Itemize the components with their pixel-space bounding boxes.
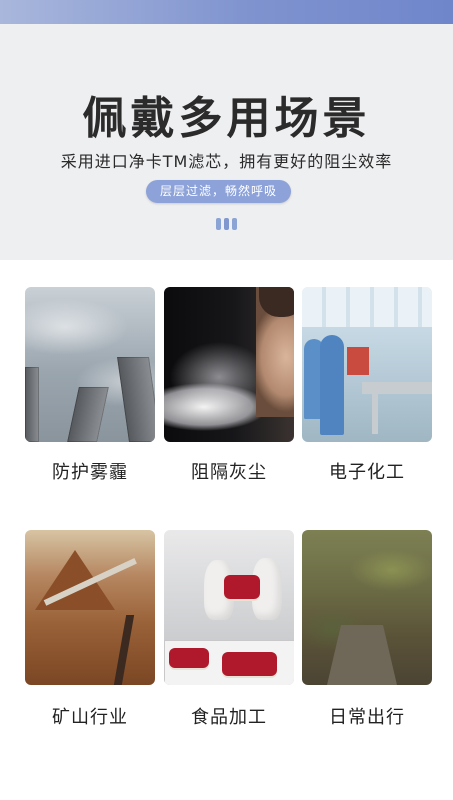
top-banner-strip <box>0 0 453 24</box>
pager-dots-icon <box>211 218 241 230</box>
scene-image-smog <box>25 287 155 442</box>
feature-pill: 层层过滤，畅然呼吸 <box>146 180 291 203</box>
scene-label: 防护雾霾 <box>52 462 128 483</box>
page-subtitle: 采用进口净卡TM滤芯，拥有更好的阻尘效率 <box>60 152 393 171</box>
scene-label: 矿山行业 <box>52 707 128 728</box>
scene-image-food <box>164 530 294 685</box>
scene-image-outdoor <box>302 530 432 685</box>
scene-label: 食品加工 <box>191 707 267 728</box>
page-title: 佩戴多用场景 <box>82 93 371 144</box>
scene-image-lab <box>302 287 432 442</box>
scene-label: 阻隔灰尘 <box>191 462 267 483</box>
scene-image-dust <box>164 287 294 442</box>
scene-label: 电子化工 <box>329 462 405 483</box>
scene-label: 日常出行 <box>329 707 405 728</box>
scene-image-mining <box>25 530 155 685</box>
